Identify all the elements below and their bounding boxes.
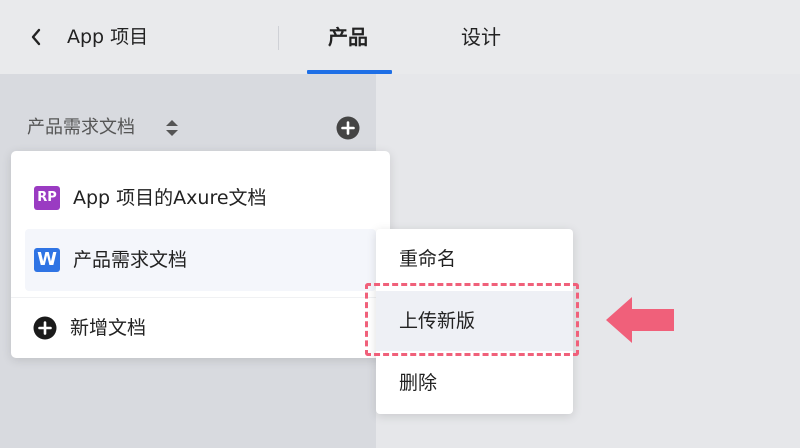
doc-item-label: App 项目的Axure文档 (73, 187, 267, 209)
project-title: App 项目 (67, 26, 149, 48)
new-doc-label: 新增文档 (70, 317, 147, 339)
header-divider (278, 26, 279, 50)
menu-item-label: 上传新版 (399, 310, 476, 332)
back-button[interactable] (22, 20, 50, 54)
menu-item-label: 删除 (399, 372, 438, 394)
new-doc-button[interactable]: 新增文档 (11, 298, 390, 358)
doc-dropdown-menu: RP App 项目的Axure文档 W 产品需求文档 新增文档 (11, 151, 390, 358)
menu-item-label: 重命名 (399, 248, 457, 270)
context-menu: 重命名 上传新版 删除 (376, 229, 573, 414)
doc-item-axure[interactable]: RP App 项目的Axure文档 (25, 167, 376, 229)
axure-rp-icon: RP (34, 186, 60, 210)
back-chevron-icon (31, 28, 41, 46)
menu-item-delete[interactable]: 删除 (376, 353, 573, 413)
menu-item-upload-new-version[interactable]: 上传新版 (376, 291, 573, 351)
plus-circle-icon (33, 316, 57, 340)
tab-design[interactable]: 设计 (461, 24, 501, 50)
arrow-left-icon (606, 297, 674, 343)
menu-item-rename[interactable]: 重命名 (376, 229, 573, 289)
doc-item-label: 产品需求文档 (73, 249, 188, 271)
sort-updown-icon[interactable] (164, 118, 180, 138)
doc-selector-label[interactable]: 产品需求文档 (27, 116, 135, 140)
doc-item-prd[interactable]: W 产品需求文档 (25, 229, 376, 291)
tab-product[interactable]: 产品 (328, 24, 368, 50)
word-doc-icon: W (34, 248, 60, 272)
top-bar: App 项目 产品 设计 (0, 0, 800, 74)
plus-circle-icon[interactable] (336, 116, 360, 140)
